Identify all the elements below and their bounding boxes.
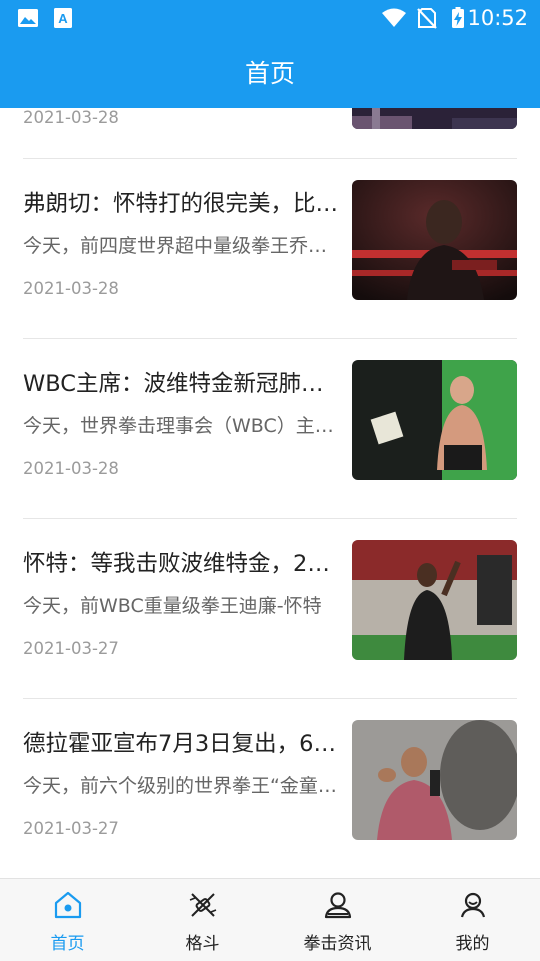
- news-title: WBC主席：波维特金新冠肺炎后的复赛: [23, 371, 341, 397]
- news-title: 德拉霍亚宣布7月3日复出，6场比赛: [23, 731, 341, 757]
- news-date: 2021-03-27: [23, 639, 119, 658]
- status-bar: A 10:52: [0, 0, 540, 36]
- news-date: 2021-03-28: [23, 279, 119, 298]
- press-conference-photo: [352, 720, 517, 840]
- list-item[interactable]: 2021-03-28: [0, 108, 540, 159]
- list-item[interactable]: 怀特：等我击败波维特金，2021年我将 今天，前WBC重量级拳王迪廉-怀特 20…: [0, 519, 540, 699]
- tab-label: 格斗: [185, 934, 220, 954]
- boxing-news-icon: [324, 892, 351, 919]
- news-date: 2021-03-27: [23, 819, 119, 838]
- boxer-weigh-in-photo: [352, 540, 517, 660]
- profile-icon: [460, 892, 485, 918]
- wifi-icon: [382, 8, 406, 27]
- news-summary: 今天，前WBC重量级拳王迪廉-怀特: [23, 595, 322, 617]
- tab-boxing-news[interactable]: 拳击资讯: [270, 879, 405, 961]
- news-date: 2021-03-28: [23, 108, 119, 127]
- fight-icon: [189, 893, 216, 917]
- news-feed[interactable]: 2021-03-28 弗朗切：怀特打的很完美，比赛很精彩 今天，前四度世界超中量…: [0, 108, 540, 878]
- news-title: 弗朗切：怀特打的很完美，比赛很精彩: [23, 191, 341, 217]
- news-thumbnail: [352, 108, 517, 129]
- no-sim-icon: [417, 8, 437, 29]
- tab-profile[interactable]: 我的: [405, 879, 540, 961]
- news-summary: 今天，前六个级别的世界拳王“金童”德拉霍亚: [23, 775, 341, 797]
- list-item[interactable]: 德拉霍亚宣布7月3日复出，6场比赛 今天，前六个级别的世界拳王“金童”德拉霍亚 …: [0, 699, 540, 878]
- list-item[interactable]: WBC主席：波维特金新冠肺炎后的复赛 今天，世界拳击理事会（WBC）主席苏莱曼 …: [0, 339, 540, 519]
- page-title: 首页: [244, 59, 295, 88]
- home-icon: [54, 891, 81, 919]
- app-bar: 首页: [0, 36, 540, 108]
- image-icon: [18, 9, 38, 27]
- tab-label: 我的: [455, 934, 490, 954]
- tab-home[interactable]: 首页: [0, 879, 135, 961]
- status-time: 10:52: [467, 6, 528, 30]
- news-title: 怀特：等我击败波维特金，2021年我将: [23, 551, 341, 577]
- list-item[interactable]: 弗朗切：怀特打的很完美，比赛很精彩 今天，前四度世界超中量级拳王乔治·格罗夫斯 …: [0, 159, 540, 339]
- news-summary: 今天，世界拳击理事会（WBC）主席苏莱曼: [23, 415, 341, 437]
- boxer-ring-photo: [352, 180, 517, 300]
- svg-text:A: A: [58, 11, 68, 26]
- bottom-tab-bar: 首页 格斗 拳击资讯 我的: [0, 878, 540, 961]
- tab-label: 首页: [50, 934, 85, 954]
- tab-label: 拳击资讯: [303, 934, 372, 954]
- battery-charging-icon: [452, 7, 464, 28]
- font-icon: A: [54, 8, 72, 28]
- boxer-green-screen-photo: [352, 360, 517, 480]
- tab-fight[interactable]: 格斗: [135, 879, 270, 961]
- news-date: 2021-03-28: [23, 459, 119, 478]
- news-summary: 今天，前四度世界超中量级拳王乔治·格罗夫斯: [23, 235, 341, 257]
